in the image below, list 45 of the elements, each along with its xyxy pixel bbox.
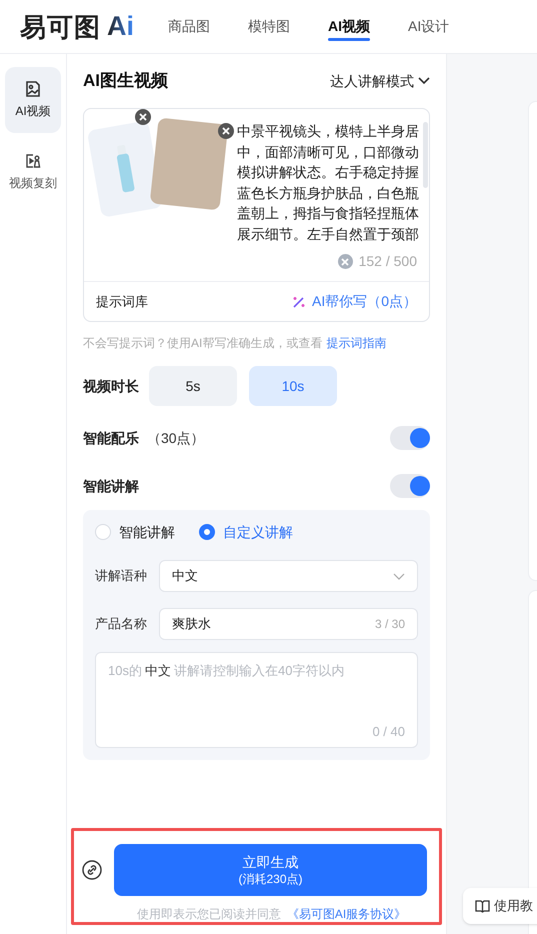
- prompt-library-link[interactable]: 提示词库: [96, 292, 148, 312]
- sidebar-item[interactable]: 视频复刻: [5, 139, 61, 205]
- script-textarea[interactable]: 10s的 中文 讲解请控制输入在40字符以内 0 / 40: [95, 652, 418, 748]
- music-label: 智能配乐: [83, 428, 139, 448]
- agreement-text: 使用即表示您已阅读并同意: [136, 906, 281, 923]
- music-cost: （30点）: [147, 428, 205, 448]
- video-person-icon: [24, 152, 42, 170]
- nav-tab[interactable]: AI设计: [408, 0, 450, 53]
- chevron-down-icon: [418, 77, 430, 85]
- chevron-down-icon: [393, 572, 405, 580]
- duration-option[interactable]: 10s: [249, 366, 337, 406]
- product-name-label: 产品名称: [95, 615, 148, 634]
- link-icon[interactable]: [82, 860, 102, 880]
- radio-option[interactable]: 自定义讲解: [199, 522, 293, 542]
- mode-dropdown[interactable]: 达人讲解模式: [330, 70, 430, 92]
- logo-text: 易可图: [20, 14, 101, 40]
- image-file-icon: [24, 80, 42, 98]
- prompt-text[interactable]: 中景平视镜头，模特上半身居中，面部清晰可见，口部微动模拟讲解状态。右手稳定持握蓝色长方瓶身护肤品，白色瓶盖朝上，拇指与食指轻捏瓶体展示细节。左手自然置于颈部: [237, 121, 422, 244]
- generate-button[interactable]: 立即生成 (消耗230点): [114, 844, 427, 896]
- char-counter: 152 / 500: [358, 252, 417, 271]
- panel-title: AI图生视频: [83, 70, 168, 92]
- book-icon: [475, 900, 490, 912]
- narration-label: 智能讲解: [83, 476, 139, 496]
- magic-wand-icon: [292, 294, 306, 308]
- sidebar-item[interactable]: AI视频: [5, 67, 61, 133]
- radio-option[interactable]: 智能讲解: [95, 522, 175, 542]
- hint-text: 不会写提示词？使用AI帮写准确生成，或查看: [83, 335, 322, 352]
- duration-label: 视频时长: [83, 376, 140, 396]
- duration-option[interactable]: 5s: [149, 366, 237, 406]
- toggle-switch[interactable]: [390, 426, 430, 450]
- agreement-link[interactable]: 《易可图AI服务协议》: [286, 905, 406, 923]
- nav-tab[interactable]: 商品图: [168, 0, 210, 53]
- language-label: 讲解语种: [95, 567, 148, 586]
- close-icon[interactable]: [135, 109, 151, 125]
- nav-tab[interactable]: AI视频: [328, 0, 370, 53]
- tutorial-button[interactable]: 使用教: [463, 888, 537, 924]
- product-name-field[interactable]: 爽肤水 3 / 30: [159, 608, 418, 640]
- toggle-switch[interactable]: [390, 474, 430, 498]
- language-select[interactable]: 中文: [159, 560, 418, 592]
- guide-link[interactable]: 提示词指南: [326, 334, 386, 352]
- close-icon[interactable]: [218, 123, 234, 139]
- radio-icon[interactable]: [199, 524, 215, 540]
- clear-icon[interactable]: [338, 254, 353, 269]
- nav-tab[interactable]: 模特图: [248, 0, 290, 53]
- ai-write-button[interactable]: AI帮你写（0点）: [292, 291, 417, 312]
